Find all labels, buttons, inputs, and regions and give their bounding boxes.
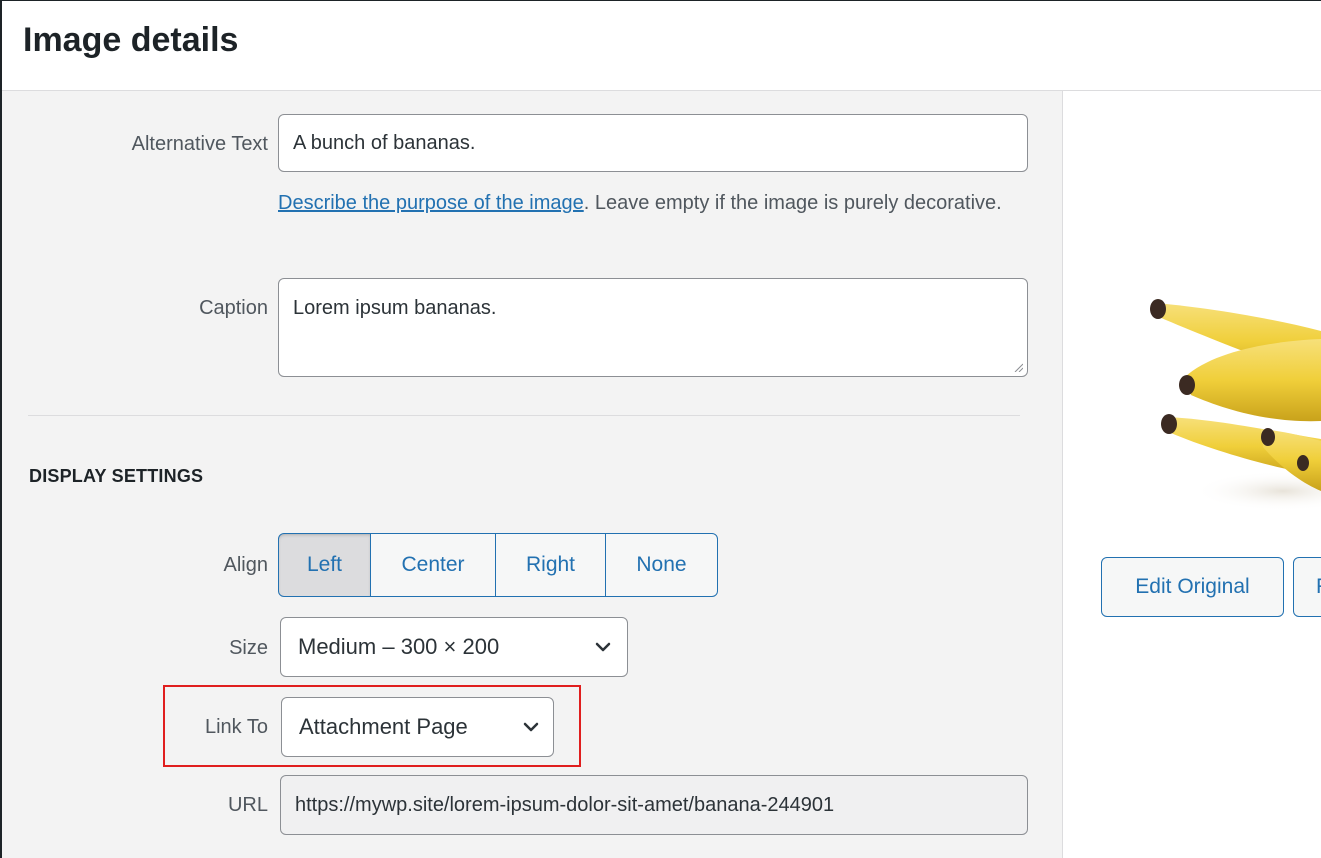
align-center-button[interactable]: Center [370,533,496,597]
caption-label: Caption [199,297,268,319]
link-to-label: Link To [204,716,268,738]
caption-textarea[interactable]: Lorem ipsum bananas. [278,278,1028,377]
image-preview [1063,91,1321,531]
alt-text-value: A bunch of bananas. [293,131,476,154]
align-right-button[interactable]: Right [495,533,606,597]
caption-value: Lorem ipsum bananas. [293,297,497,319]
url-input[interactable]: https://mywp.site/lorem-ipsum-dolor-sit-… [280,775,1028,835]
link-to-value: Attachment Page [299,714,468,739]
link-to-select[interactable]: Attachment Page [281,697,554,757]
url-value: https://mywp.site/lorem-ipsum-dolor-sit-… [295,793,835,816]
url-label: URL [227,794,268,816]
align-label: Align [223,554,268,576]
banana-image [1150,299,1321,511]
align-left-button[interactable]: Left [278,533,371,597]
chevron-down-icon [523,722,539,732]
size-value: Medium – 300 × 200 [298,634,500,659]
alt-text-help: Describe the purpose of the image. Leave… [278,186,1018,220]
replace-button[interactable]: R [1293,557,1321,617]
resize-grip-icon[interactable] [1013,362,1023,372]
alt-text-help-text: . Leave empty if the image is purely dec… [583,192,1002,214]
describe-purpose-link[interactable]: Describe the purpose of the image [278,192,584,214]
size-label: Size [229,637,268,659]
size-select[interactable]: Medium – 300 × 200 [280,617,628,677]
section-divider [28,415,1020,416]
dialog-header: Image details [2,1,1321,91]
alt-text-input[interactable]: A bunch of bananas. [278,114,1028,172]
align-button-group: Left Center Right None [278,533,718,597]
page-title: Image details [23,21,239,59]
align-none-button[interactable]: None [605,533,718,597]
display-settings-heading: DISPLAY SETTINGS [29,466,204,486]
alt-text-label: Alternative Text [131,133,268,155]
chevron-down-icon [595,642,611,652]
edit-original-button[interactable]: Edit Original [1101,557,1284,617]
